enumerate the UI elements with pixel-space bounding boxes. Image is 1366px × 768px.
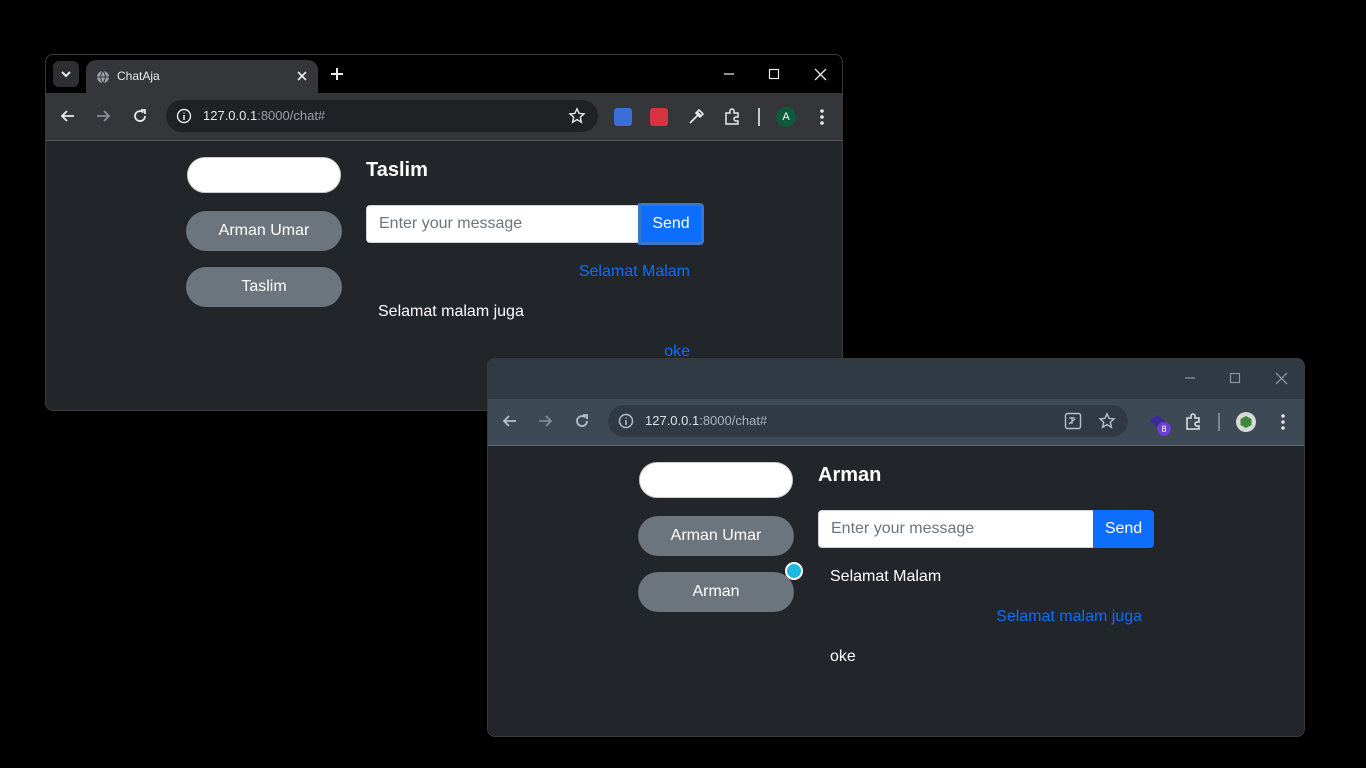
browser-menu-button[interactable]: [812, 107, 832, 127]
send-button[interactable]: Send: [1093, 510, 1154, 548]
contact-search-input[interactable]: [639, 462, 793, 498]
tab-title: ChatAja: [117, 69, 160, 83]
maximize-button[interactable]: [764, 64, 784, 84]
reload-icon: [576, 414, 588, 427]
browser-toolbar: 127.0.0.1:8000/chat# 8: [488, 399, 1304, 446]
browser-window-back: 127.0.0.1:8000/chat# 8 Arman Umar Arman …: [487, 358, 1305, 737]
close-icon: [814, 68, 826, 80]
chat-page: Arman Umar Arman Arman Send Selamat Mala…: [488, 446, 1304, 736]
message-sent: Selamat malam juga: [996, 608, 1142, 625]
close-window-button[interactable]: [1271, 368, 1291, 388]
eyedropper-extension[interactable]: [686, 107, 706, 127]
extensions-button[interactable]: [722, 107, 742, 127]
toolbar-divider: [1218, 413, 1220, 431]
puzzle-icon: [1186, 413, 1200, 430]
reload-button[interactable]: [572, 411, 592, 431]
minimize-button[interactable]: [719, 64, 739, 84]
message-input[interactable]: [818, 510, 1094, 548]
extensions-button[interactable]: [1183, 412, 1203, 432]
contact-button-arman-umar[interactable]: Arman Umar: [638, 516, 794, 556]
contact-button-arman[interactable]: Arman: [638, 572, 794, 612]
browser-menu-button[interactable]: [1273, 412, 1293, 432]
reload-icon: [134, 109, 146, 122]
more-vertical-icon: [820, 109, 824, 125]
message-input[interactable]: [366, 205, 640, 243]
contact-button-taslim[interactable]: Taslim: [186, 267, 342, 307]
url-text: 127.0.0.1:8000/chat#: [203, 108, 325, 123]
site-info-icon[interactable]: [618, 413, 634, 429]
profile-avatar[interactable]: [1236, 412, 1256, 432]
tab-close-icon[interactable]: [294, 68, 310, 84]
tab-chataja[interactable]: ChatAja: [86, 60, 318, 94]
maximize-button[interactable]: [1225, 368, 1245, 388]
contact-search-input[interactable]: [187, 157, 341, 193]
more-vertical-icon: [1281, 414, 1285, 430]
close-window-button[interactable]: [810, 64, 830, 84]
chat-title: Arman: [818, 464, 882, 486]
forward-button[interactable]: [535, 411, 555, 431]
reload-button[interactable]: [130, 106, 150, 126]
browser-toolbar: 127.0.0.1:8000/chat# A: [46, 93, 842, 141]
contact-button-arman-umar[interactable]: Arman Umar: [186, 211, 342, 251]
chat-title: Taslim: [366, 159, 428, 181]
tab-search-button[interactable]: [53, 61, 79, 87]
bookmark-star-icon[interactable]: [568, 107, 586, 125]
url-path: :8000/chat#: [257, 108, 326, 123]
arrow-right-icon: [97, 110, 111, 122]
url-host: 127.0.0.1: [203, 108, 258, 123]
cursor-indicator: [785, 562, 803, 580]
chevron-down-icon: [61, 71, 71, 78]
new-tab-icon[interactable]: [328, 65, 346, 83]
minimize-icon: [1185, 377, 1195, 379]
puzzle-icon: [725, 108, 739, 125]
message-received: Selamat malam juga: [378, 303, 524, 320]
message-received: oke: [830, 648, 856, 665]
forward-button[interactable]: [93, 106, 113, 126]
minimize-icon: [724, 73, 734, 75]
arrow-right-icon: [539, 415, 553, 427]
tab-strip: ChatAja: [46, 55, 842, 94]
extension-badge: 8: [1157, 422, 1171, 436]
node-logo-icon: [1240, 416, 1252, 428]
red-extension-icon[interactable]: [650, 108, 668, 126]
bookmark-star-icon[interactable]: [1098, 412, 1116, 430]
address-bar[interactable]: 127.0.0.1:8000/chat#: [166, 100, 598, 132]
url-path: :8000/chat#: [699, 413, 768, 428]
send-button[interactable]: Send: [638, 203, 704, 245]
url-text: 127.0.0.1:8000/chat#: [645, 413, 767, 428]
minimize-button[interactable]: [1180, 368, 1200, 388]
globe-icon: [97, 70, 109, 84]
profile-avatar[interactable]: A: [776, 107, 796, 127]
close-icon: [1275, 372, 1287, 384]
translate-icon[interactable]: [1064, 412, 1082, 430]
address-bar[interactable]: 127.0.0.1:8000/chat#: [608, 405, 1128, 437]
message-received: Selamat Malam: [830, 568, 942, 585]
extension-button-badged[interactable]: 8: [1147, 412, 1171, 436]
toolbar-divider: [758, 108, 760, 126]
message-sent: Selamat Malam: [578, 263, 690, 280]
url-host: 127.0.0.1: [645, 413, 700, 428]
arrow-left-icon: [60, 110, 74, 122]
title-bar: [488, 359, 1304, 399]
maximize-icon: [768, 68, 780, 80]
site-info-icon[interactable]: [176, 108, 192, 124]
arrow-left-icon: [502, 415, 516, 427]
translate-extension-icon[interactable]: [614, 108, 632, 126]
back-button[interactable]: [500, 411, 520, 431]
maximize-icon: [1229, 372, 1241, 384]
eyedropper-icon: [689, 108, 705, 124]
back-button[interactable]: [58, 106, 78, 126]
